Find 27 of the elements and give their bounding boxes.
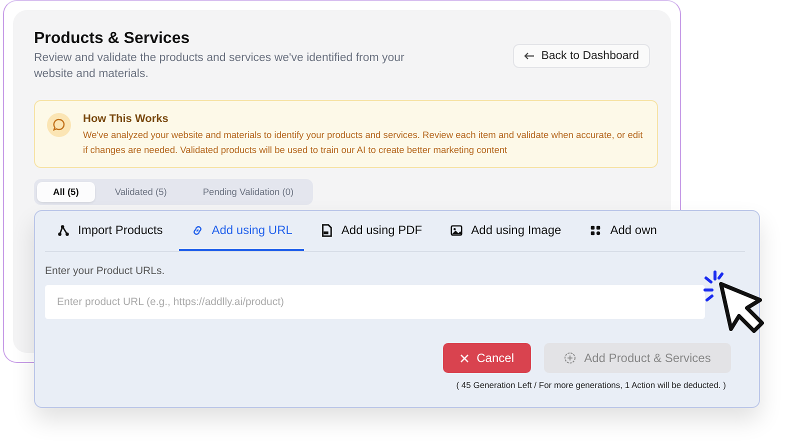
mode-tab[interactable]: Add using Image	[438, 211, 574, 251]
document-icon	[320, 224, 334, 236]
filter-tab[interactable]: Pending Validation (0)	[186, 182, 310, 202]
click-cursor-drawing	[704, 270, 764, 333]
page-title: Products & Services	[34, 30, 191, 48]
url-input-field[interactable]: Enter product URL (e.g., https://addlly.ai/product)	[45, 285, 705, 319]
image-icon	[450, 224, 464, 236]
chat-bubble-icon	[47, 113, 71, 137]
close-icon	[460, 354, 469, 362]
mode-tab[interactable]: Import Products	[45, 211, 175, 251]
page-subtitle: Review and validate the products and services we've identified from your website and materials.	[34, 51, 406, 82]
filter-tab[interactable]: Validated (5)	[98, 182, 183, 202]
cancel-button[interactable]: Cancel	[442, 343, 531, 373]
mode-tab[interactable]: Add own	[577, 211, 669, 251]
filter-tab[interactable]: All (5)	[37, 182, 95, 202]
back-button[interactable]: Back to Dashboard	[513, 44, 650, 68]
field-label: Enter your Product URLs.	[45, 265, 166, 277]
info-text: We've analyzed your website and materials to identify your products and services. Review each item and validate when accurate, or edit if changes are needed. Validated products will be used to train our AI to create better marketing content	[83, 129, 644, 157]
grid-icon	[589, 224, 602, 236]
link-icon	[190, 224, 204, 236]
info-title: How This Works	[83, 113, 170, 125]
generation-note: ( 45 Generation Left / For more generations, 1 Action will be deducted. )	[455, 380, 726, 390]
nodes-icon	[57, 224, 70, 236]
mode-tab[interactable]: Add using PDF	[308, 211, 434, 251]
mode-tab[interactable]: Add using URL	[178, 211, 304, 251]
arrow-left-icon	[524, 52, 536, 60]
plus-circle-icon	[564, 352, 576, 364]
